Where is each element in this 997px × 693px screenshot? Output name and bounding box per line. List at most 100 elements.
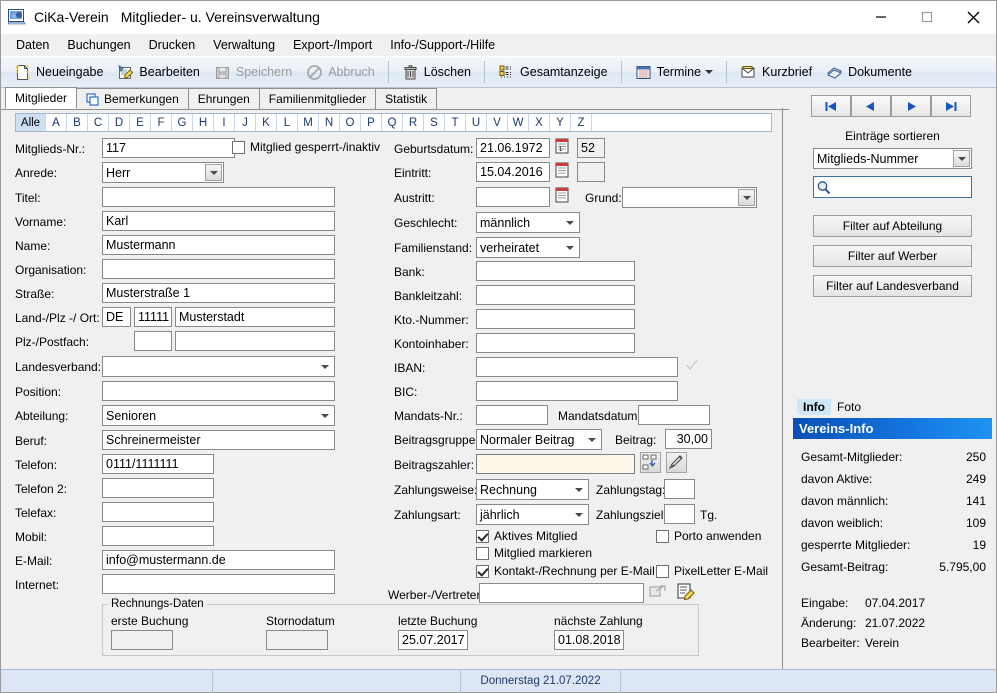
filter-landesverband-button[interactable]: Filter auf Landesverband [813,275,972,297]
select-familienstand[interactable]: verheiratet [476,237,580,258]
alpha-filter-z[interactable]: Z [571,114,592,131]
werber-edit-icon[interactable] [676,582,696,602]
input-mitglieds-nr[interactable]: 117 [102,138,235,158]
calendar-picker-austritt-icon[interactable] [554,186,571,205]
select-grund[interactable] [622,187,757,208]
nav-previous-record-button[interactable] [851,95,891,117]
checkbox-kontakt-rechnung-email[interactable]: Kontakt-/Rechnung per E-Mail [476,564,655,578]
input-beitrag[interactable]: 30,00 [665,429,712,449]
beitragszahler-clear-icon[interactable] [666,452,687,473]
search-input[interactable] [813,176,972,198]
input-ort[interactable]: Musterstadt [175,307,335,327]
alpha-filter-c[interactable]: C [88,114,109,131]
maximize-button[interactable] [904,1,950,34]
toolbar-button-kurzbrief[interactable]: Kurzbrief [733,59,819,85]
input-organisation[interactable] [102,259,335,279]
input-beruf[interactable]: Schreinermeister [102,430,335,450]
input-telefax[interactable] [102,502,214,522]
toolbar-button-speichern[interactable]: Speichern [207,59,299,85]
tab-familienmitglieder[interactable]: Familienmitglieder [258,88,377,109]
nav-last-record-button[interactable] [931,95,971,117]
tab-ehrungen[interactable]: Ehrungen [187,88,260,109]
alpha-filter-r[interactable]: R [403,114,424,131]
select-beitragsgruppe[interactable]: Normaler Beitrag [476,429,602,450]
alpha-filter-alle[interactable]: Alle [16,114,46,131]
filter-abteilung-button[interactable]: Filter auf Abteilung [813,215,972,237]
input-mobil[interactable] [102,526,214,546]
close-button[interactable] [950,1,996,34]
tab-foto[interactable]: Foto [831,399,867,415]
menu-item-export-import[interactable]: Export-/Import [284,36,381,54]
checkbox-mitglied-gesperrt[interactable]: Mitglied gesperrt-/inaktiv [232,140,380,154]
toolbar-button-bearbeiten[interactable]: Bearbeiten [110,59,206,85]
select-sort-order[interactable]: Mitglieds-Nummer [813,148,972,169]
select-abteilung[interactable]: Senioren [102,405,335,426]
input-austritt[interactable] [476,187,550,207]
checkbox-mitglied-markieren[interactable]: Mitglied markieren [476,546,592,560]
tab-bemerkungen[interactable]: Bemerkungen [76,88,189,109]
menu-item-info-support-hilfe[interactable]: Info-/Support-/Hilfe [381,36,504,54]
alpha-filter-w[interactable]: W [508,114,529,131]
checkbox-aktives-mitglied[interactable]: Aktives Mitglied [476,529,577,543]
menu-item-verwaltung[interactable]: Verwaltung [204,36,284,54]
input-email[interactable]: info@mustermann.de [102,550,335,570]
input-strasse[interactable]: Musterstraße 1 [102,283,335,303]
alpha-filter-b[interactable]: B [67,114,88,131]
select-geschlecht[interactable]: männlich [476,212,580,233]
alpha-filter-d[interactable]: D [109,114,130,131]
input-internet[interactable] [102,574,335,594]
alpha-filter-h[interactable]: H [193,114,214,131]
alpha-filter-v[interactable]: V [487,114,508,131]
alpha-filter-m[interactable]: M [298,114,319,131]
alpha-filter-y[interactable]: Y [550,114,571,131]
input-kontoinhaber[interactable] [476,333,635,353]
alpha-filter-p[interactable]: P [361,114,382,131]
menu-item-buchungen[interactable]: Buchungen [58,36,139,54]
alpha-filter-j[interactable]: J [235,114,256,131]
input-bankleitzahl[interactable] [476,285,635,305]
input-telefon[interactable]: 0111/1111111 [102,454,214,474]
alpha-filter-o[interactable]: O [340,114,361,131]
alpha-filter-f[interactable]: F [151,114,172,131]
input-postfach-plz[interactable] [134,331,172,351]
input-geburtsdatum[interactable]: 21.06.1972 [476,138,550,158]
input-mandatsdatum[interactable] [638,405,710,425]
alpha-filter-i[interactable]: I [214,114,235,131]
beitragszahler-select-icon[interactable] [640,452,661,473]
chevron-down-icon[interactable] [705,70,714,74]
toolbar-button-loeschen[interactable]: Löschen [395,59,478,85]
toolbar-button-abbruch[interactable]: Abbruch [299,59,382,85]
alpha-filter-e[interactable]: E [130,114,151,131]
checkbox-porto-anwenden[interactable]: Porto anwenden [656,529,761,543]
menu-item-drucken[interactable]: Drucken [140,36,205,54]
alpha-filter-x[interactable]: X [529,114,550,131]
alpha-filter-l[interactable]: L [277,114,298,131]
input-telefon2[interactable] [102,478,214,498]
input-zahlungsziel[interactable] [664,504,695,524]
input-kto-nummer[interactable] [476,309,635,329]
input-postfach[interactable] [175,331,335,351]
nav-first-record-button[interactable] [811,95,851,117]
input-plz[interactable]: 11111 [134,307,172,327]
checkbox-pixelletter-email[interactable]: PixelLetter E-Mail [656,564,768,578]
menu-item-daten[interactable]: Daten [7,36,58,54]
select-zahlungsart[interactable]: jährlich [476,504,589,525]
tab-info[interactable]: Info [797,399,831,415]
alpha-filter-g[interactable]: G [172,114,193,131]
input-land[interactable]: DE [102,307,131,327]
tab-statistik[interactable]: Statistik [375,88,438,109]
werber-select-icon[interactable] [649,583,666,602]
input-titel[interactable] [102,187,335,207]
toolbar-button-termine[interactable]: Termine [628,59,720,85]
alpha-filter-s[interactable]: S [424,114,445,131]
minimize-button[interactable] [858,1,904,34]
alpha-filter-n[interactable]: N [319,114,340,131]
alpha-filter-q[interactable]: Q [382,114,403,131]
input-name[interactable]: Mustermann [102,235,335,255]
calendar-picker-eintritt-icon[interactable] [554,161,571,180]
filter-werber-button[interactable]: Filter auf Werber [813,245,972,267]
input-werber-vertreter[interactable] [479,583,644,603]
select-anrede[interactable]: Herr [102,162,224,183]
input-beitragszahler[interactable] [476,454,635,474]
select-zahlungsweise[interactable]: Rechnung [476,479,589,500]
